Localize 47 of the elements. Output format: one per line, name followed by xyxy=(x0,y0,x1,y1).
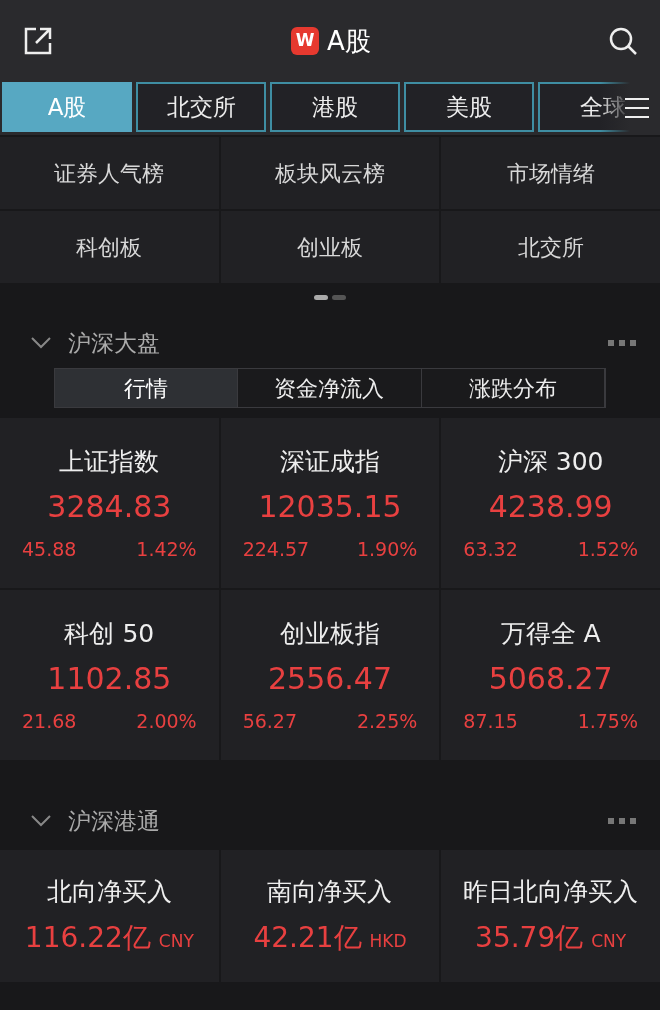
index-percent: 2.00% xyxy=(136,709,197,734)
index-value: 4238.99 xyxy=(488,488,613,526)
market-tab[interactable]: 美股 xyxy=(404,82,534,132)
flow-name: 北向净买入 xyxy=(46,876,172,909)
flow-name: 昨日北向净买入 xyxy=(463,876,639,909)
index-name: 万得全 A xyxy=(500,617,601,650)
index-value: 1102.85 xyxy=(47,660,172,698)
index-name: 深证成指 xyxy=(280,445,380,478)
page-title: A股 xyxy=(327,24,371,58)
index-name: 上证指数 xyxy=(59,445,160,478)
currency-label: HKD xyxy=(369,929,407,953)
index-percent: 1.42% xyxy=(136,537,197,562)
shortcut-item[interactable]: 市场情绪 xyxy=(441,137,660,209)
app-logo: W xyxy=(291,27,320,55)
flow-value: 35.79亿 xyxy=(475,919,584,956)
index-percent: 1.75% xyxy=(577,709,638,734)
index-percent: 2.25% xyxy=(356,709,418,734)
shortcut-item[interactable]: 证券人气榜 xyxy=(0,137,219,209)
index-name: 沪深 300 xyxy=(497,445,604,478)
shortcut-item[interactable]: 科创板 xyxy=(0,211,219,283)
shortcut-item[interactable]: 板块风云榜 xyxy=(220,137,440,209)
index-name: 创业板指 xyxy=(280,617,380,650)
index-change: 87.15 xyxy=(463,709,518,734)
index-value: 12035.15 xyxy=(258,488,402,526)
market-tab[interactable]: 北交所 xyxy=(136,82,266,132)
market-tab[interactable]: 港股 xyxy=(270,82,400,132)
index-change: 224.57 xyxy=(242,537,310,562)
index-change: 45.88 xyxy=(22,537,77,562)
flow-value: 42.21亿 xyxy=(253,919,362,956)
index-change: 21.68 xyxy=(22,709,77,734)
segment-tab[interactable]: 行情 xyxy=(55,369,239,407)
index-value: 2556.47 xyxy=(267,660,392,698)
shortcut-item[interactable]: 创业板 xyxy=(220,211,440,283)
flow-name: 南向净买入 xyxy=(267,876,393,909)
section-title: 沪深大盘 xyxy=(68,328,160,358)
section-title: 沪深港通 xyxy=(68,806,160,836)
index-percent: 1.52% xyxy=(577,537,638,562)
shortcut-item[interactable]: 北交所 xyxy=(441,211,660,283)
index-name: 科创 50 xyxy=(64,617,155,650)
index-value: 5068.27 xyxy=(488,660,613,698)
index-change: 63.32 xyxy=(463,537,518,562)
index-change: 56.27 xyxy=(242,709,298,734)
currency-label: CNY xyxy=(158,929,194,953)
index-percent: 1.90% xyxy=(356,537,418,562)
index-value: 3284.83 xyxy=(47,488,172,526)
flow-value: 116.22亿 xyxy=(24,919,151,956)
currency-label: CNY xyxy=(591,929,627,953)
